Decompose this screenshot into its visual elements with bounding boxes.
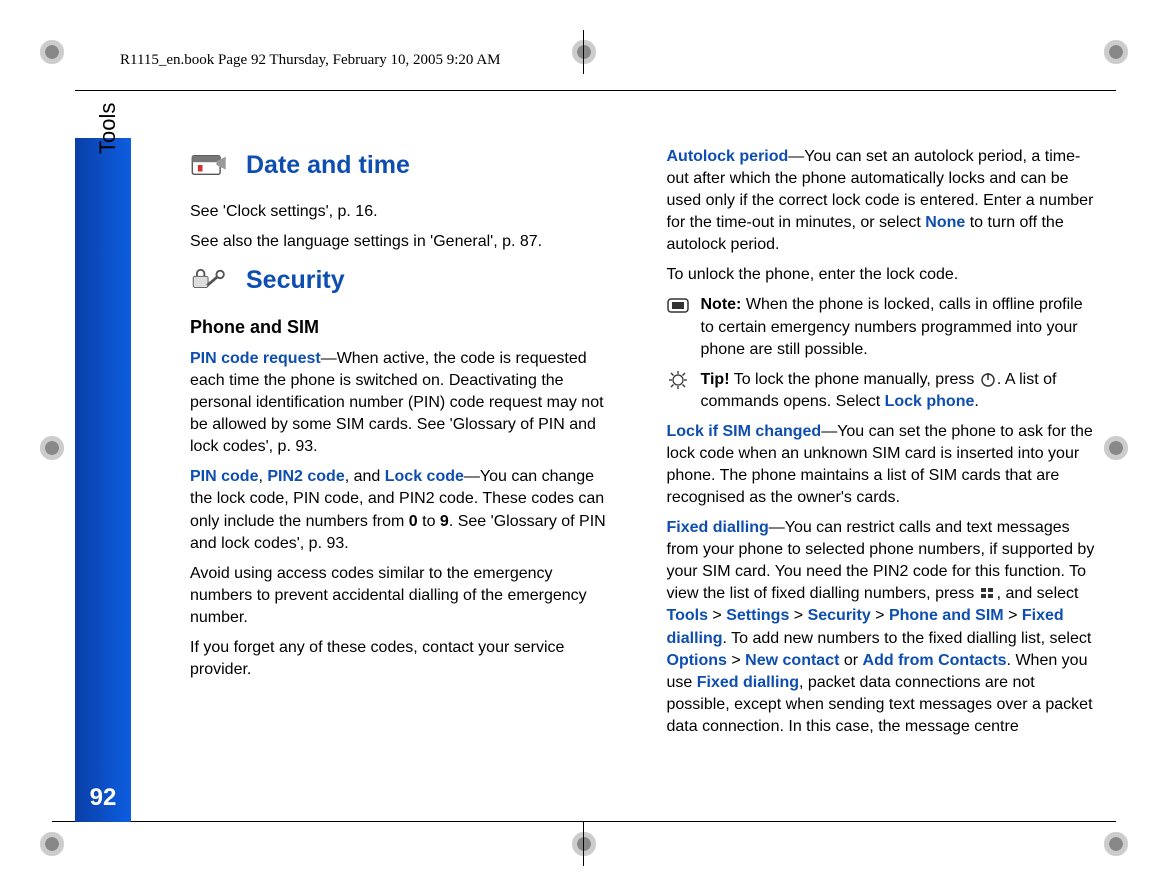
para-avoid: Avoid using access codes similar to the … (190, 563, 619, 629)
tip-text1: To lock the phone manually, press (730, 371, 979, 388)
power-button-icon (979, 371, 997, 387)
para-pin-request: PIN code request—When active, the code i… (190, 348, 619, 458)
text-and: , and (345, 468, 385, 485)
heading-phone-sim: Phone and SIM (190, 315, 619, 340)
label-lock-phone: Lock phone (885, 393, 975, 410)
text-fixed2: , and select (997, 585, 1079, 602)
tip-dot: . (974, 393, 978, 410)
label-fixed-dialling-inline: Fixed dialling (697, 674, 799, 691)
label-pin2-code: PIN2 code (267, 468, 344, 485)
footer-rule (52, 821, 1116, 822)
label-lock-if-sim-changed: Lock if SIM changed (667, 423, 822, 440)
page-number: 92 (75, 784, 131, 812)
page-body: 92 Tools Date and time See 'Clock settin… (75, 108, 1095, 808)
digit-nine: 9 (440, 513, 449, 530)
section-side-label: Tools (95, 103, 121, 154)
label-autolock-period: Autolock period (667, 148, 789, 165)
text-lang-ref: See also the language settings in 'Gener… (190, 231, 619, 253)
note-label: Note: (701, 296, 742, 313)
label-pin-code: PIN code (190, 468, 258, 485)
label-new-contact: New contact (745, 652, 839, 669)
section-date-time: Date and time (190, 148, 619, 183)
column-left: Date and time See 'Clock settings', p. 1… (190, 138, 619, 778)
crop-mark (40, 436, 64, 460)
text-to: to (418, 513, 440, 530)
tip-icon (667, 371, 693, 389)
para-lock-sim: Lock if SIM changed—You can set the phon… (667, 421, 1096, 509)
text-fixed3: . To add new numbers to the fixed dialli… (723, 630, 1092, 647)
column-right: Autolock period—You can set an autolock … (667, 138, 1096, 778)
tip-label: Tip! (701, 371, 730, 388)
label-pin-code-request: PIN code request (190, 350, 321, 367)
heading-security: Security (246, 263, 345, 298)
crop-mark (40, 832, 64, 856)
label-fixed-dialling: Fixed dialling (667, 519, 769, 536)
note-block: Note: When the phone is locked, calls in… (667, 294, 1096, 360)
crop-mark (1104, 40, 1128, 64)
para-forget: If you forget any of these codes, contac… (190, 637, 619, 681)
para-codes: PIN code, PIN2 code, and Lock code—You c… (190, 466, 619, 554)
text-clock-ref: See 'Clock settings', p. 16. (190, 201, 619, 223)
label-lock-code: Lock code (385, 468, 464, 485)
nav-phone-and-sim: Phone and SIM (889, 607, 1004, 624)
crop-mark (572, 832, 596, 856)
nav-settings: Settings (726, 607, 789, 624)
header-rule (75, 90, 1116, 91)
para-fixed-dialling: Fixed dialling—You can restrict calls an… (667, 517, 1096, 738)
tip-block: Tip! To lock the phone manually, press .… (667, 369, 1096, 413)
text-or: or (839, 652, 862, 669)
note-icon (667, 296, 693, 314)
calendar-icon (190, 152, 228, 178)
crop-mark (40, 40, 64, 64)
nav-security: Security (808, 607, 871, 624)
crop-mark (572, 40, 596, 64)
label-add-from-contacts: Add from Contacts (863, 652, 1007, 669)
label-options: Options (667, 652, 727, 669)
page-tab: 92 (75, 138, 131, 822)
label-none: None (925, 214, 965, 231)
digit-zero: 0 (409, 513, 418, 530)
crop-mark (1104, 436, 1128, 460)
para-autolock: Autolock period—You can set an autolock … (667, 146, 1096, 256)
menu-key-icon (979, 585, 997, 601)
lock-wrench-icon (190, 267, 228, 293)
note-text: When the phone is locked, calls in offli… (701, 296, 1083, 357)
heading-date-time: Date and time (246, 148, 410, 183)
crop-mark (1104, 832, 1128, 856)
nav-tools: Tools (667, 607, 708, 624)
para-unlock: To unlock the phone, enter the lock code… (667, 264, 1096, 286)
header-filename: R1115_en.book Page 92 Thursday, February… (120, 52, 501, 69)
section-security: Security (190, 263, 619, 298)
